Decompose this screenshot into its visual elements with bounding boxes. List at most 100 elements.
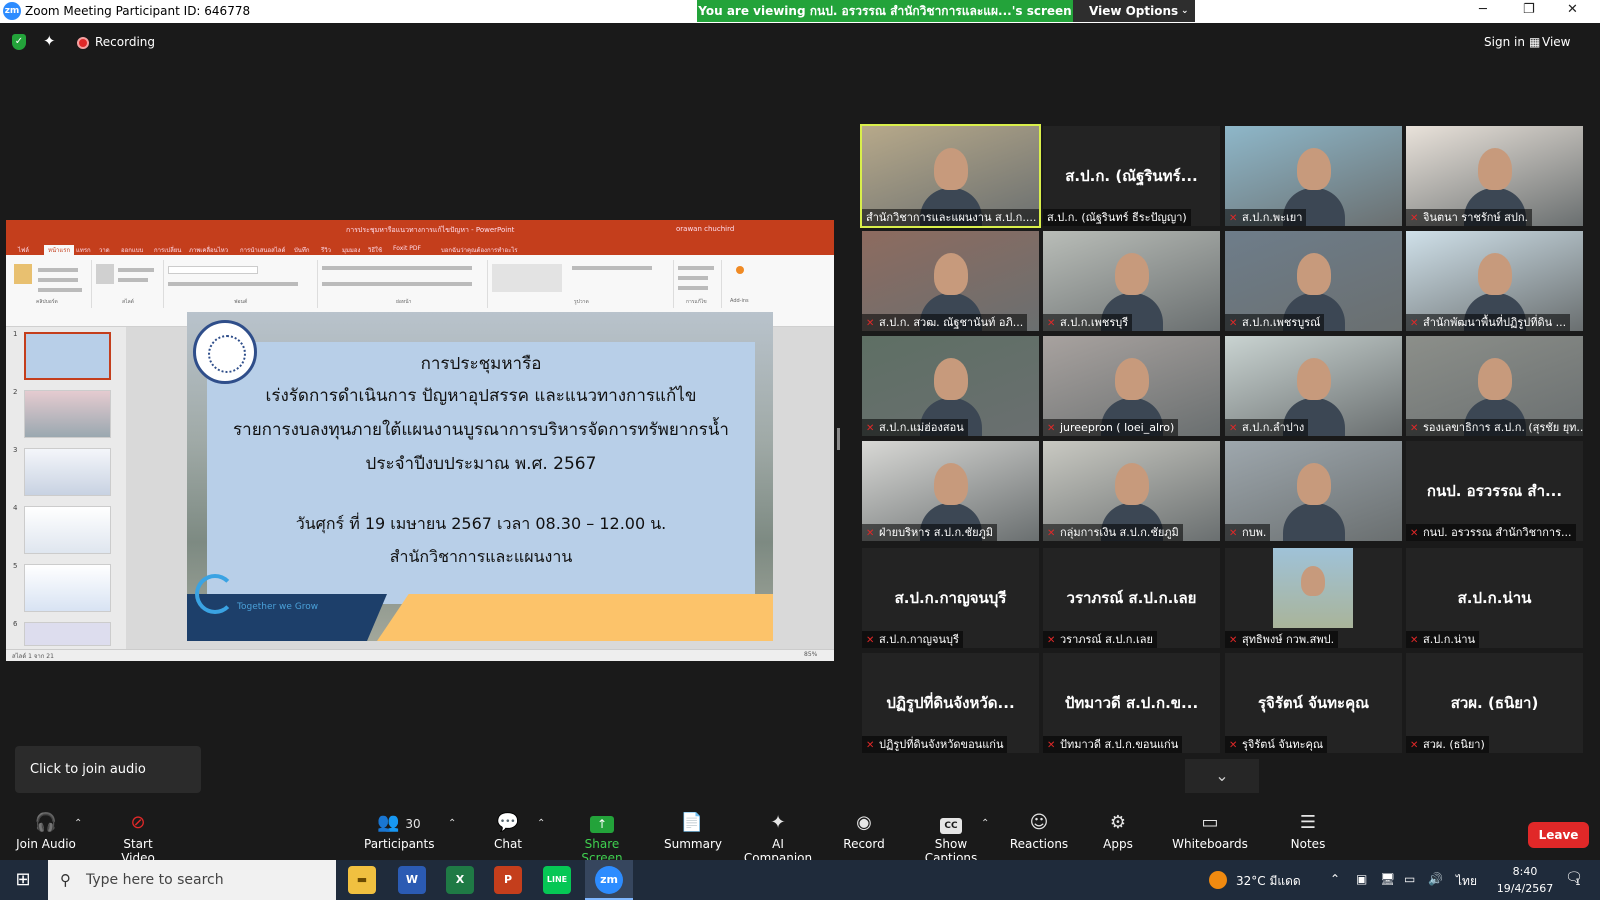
notification-icon[interactable]: 🗨 1 — [1565, 870, 1583, 888]
word-icon[interactable]: W — [398, 866, 426, 894]
participant-tile[interactable]: ✕ ฝ่ายบริหาร ส.ป.ก.ชัยภูมิ — [862, 441, 1039, 541]
caret-up-icon[interactable]: ⌃ — [448, 818, 456, 829]
slide-thumb[interactable] — [24, 564, 111, 612]
participant-tile[interactable]: ✕ ส.ป.ก.พะเยา — [1225, 126, 1402, 226]
participant-tile[interactable]: ส.ป.ก.กาญจนบุรี ✕ ส.ป.ก.กาญจนบุรี — [862, 548, 1039, 648]
restore-button[interactable]: ❐ — [1523, 2, 1535, 17]
ppt-tab[interactable]: ภาพเคลื่อนไหว — [189, 245, 228, 255]
weather-text[interactable]: 32°C มีแดด — [1236, 872, 1301, 891]
excel-icon[interactable]: X — [446, 866, 474, 894]
slide-thumb[interactable] — [24, 506, 111, 554]
apps-icon: ⚙ — [1109, 812, 1127, 833]
record-button[interactable]: ◉ Record — [842, 812, 886, 851]
participant-face — [1478, 253, 1512, 295]
participant-tile[interactable]: ✕ ส.ป.ก. สวฒ. ณัฐชานันท์ อภิ... — [862, 231, 1039, 331]
participant-tile[interactable]: ✕ รองเลขาธิการ ส.ป.ก. (สุรชัย ยุท... — [1406, 336, 1583, 436]
volume-icon[interactable]: 🔊 — [1428, 872, 1443, 886]
participant-tile[interactable]: ✕ กบพ. — [1225, 441, 1402, 541]
search-icon: ⚲ — [60, 871, 71, 889]
participant-tile[interactable]: รุจิรัตน์ จันทะคุณ ✕ รุจิรัตน์ จันทะคุณ — [1225, 653, 1402, 753]
participant-tile[interactable]: ส.ป.ก. (ณัฐรินทร์... ส.ป.ก. (ณัฐรินทร์ ธี… — [1043, 126, 1220, 226]
participant-tile[interactable]: ✕ ส.ป.ก.ลำปาง — [1225, 336, 1402, 436]
whiteboards-button[interactable]: ▭ Whiteboards — [1172, 812, 1248, 851]
chat-button[interactable]: 💬 Chat — [486, 812, 530, 851]
chevron-down-icon[interactable]: ⌄ — [1185, 759, 1259, 793]
participant-tile[interactable]: ✕ jureepron ( loei_alro) — [1043, 336, 1220, 436]
slide-thumb[interactable] — [24, 332, 111, 380]
file-explorer-icon[interactable]: ▬ — [348, 866, 376, 894]
participant-tile[interactable]: ✕ กลุ่มการเงิน ส.ป.ก.ชัยภูมิ — [1043, 441, 1220, 541]
ppt-tab[interactable]: การนำเสนอสไลด์ — [240, 245, 285, 255]
minimize-button[interactable]: ─ — [1479, 2, 1487, 17]
tray-chevron-icon[interactable]: ⌃ — [1330, 872, 1340, 886]
ppt-tab[interactable]: บันทึก — [294, 245, 310, 255]
slide-thumb[interactable] — [24, 390, 111, 438]
ai-sparkle-icon[interactable]: ✦ — [43, 32, 56, 50]
participant-tile[interactable]: ✕ สำนักพัฒนาพื้นที่ปฏิรูปที่ดิน ... — [1406, 231, 1583, 331]
participant-tile[interactable]: สำนักวิชาการและแผนงาน ส.ป.ก.... — [860, 124, 1041, 228]
ppt-tab[interactable]: บอกฉันว่าคุณต้องการทำอะไร — [441, 245, 518, 255]
taskbar-search-box[interactable]: ⚲ Type here to search — [48, 860, 336, 900]
ppt-tab[interactable]: Foxit PDF — [393, 245, 421, 252]
leave-button[interactable]: Leave — [1528, 822, 1589, 848]
participant-name: สำนักวิชาการและแผนงาน ส.ป.ก.... — [866, 211, 1037, 224]
windows-start-icon[interactable]: ⊞ — [0, 860, 46, 900]
meet-now-icon[interactable]: ▣ — [1356, 872, 1367, 886]
grid-view-icon[interactable]: ▦ — [1529, 35, 1540, 49]
participant-tile[interactable]: ✕ ส.ป.ก.เพชรบูรณ์ — [1225, 231, 1402, 331]
participant-tile[interactable]: วราภรณ์ ส.ป.ก.เลย ✕ วราภรณ์ ส.ป.ก.เลย — [1043, 548, 1220, 648]
caret-up-icon[interactable]: ⌃ — [981, 818, 989, 829]
ppt-tab[interactable]: หน้าแรก — [44, 245, 75, 255]
ppt-tab[interactable]: ไฟล์ — [18, 245, 29, 255]
line-app-icon[interactable]: LINE — [543, 866, 571, 894]
ppt-tab[interactable]: แทรก — [76, 245, 91, 255]
encryption-shield-icon[interactable]: ✓ — [12, 34, 26, 50]
mic-muted-icon: ✕ — [1229, 635, 1238, 646]
taskbar-clock[interactable]: 8:40 19/4/2567 — [1495, 863, 1555, 897]
join-audio-button[interactable]: 🎧 Join Audio — [16, 812, 76, 851]
view-options-label: View Options — [1089, 4, 1179, 18]
participant-tile[interactable]: ส.ป.ก.น่าน ✕ ส.ป.ก.น่าน — [1406, 548, 1583, 648]
caret-up-icon[interactable]: ⌃ — [74, 818, 82, 829]
notes-button[interactable]: ☰ Notes — [1288, 812, 1328, 851]
show-captions-button[interactable]: CC Show Captions — [910, 812, 992, 865]
zoom-taskbar-button[interactable]: zm — [585, 860, 633, 900]
view-options-button[interactable]: View Options ⌄ — [1073, 0, 1195, 22]
battery-icon[interactable]: ▭ — [1404, 872, 1415, 886]
recording-label[interactable]: Recording — [95, 35, 155, 49]
powerpoint-icon[interactable]: P — [494, 866, 522, 894]
participants-button[interactable]: 👥 30 Participants — [364, 812, 435, 851]
participant-tile[interactable]: ✕ จินตนา ราชรักษ์ สปก. — [1406, 126, 1583, 226]
share-screen-button[interactable]: ↑ Share Screen — [564, 812, 640, 865]
slide-thumb[interactable] — [24, 622, 111, 646]
ppt-tab[interactable]: ออกแบบ — [121, 245, 143, 255]
weather-sun-icon[interactable] — [1209, 871, 1227, 889]
participant-tile[interactable]: ✕ ส.ป.ก.เพชรบุรี — [1043, 231, 1220, 331]
network-icon[interactable]: 🖥 — [1380, 872, 1395, 886]
participant-tile[interactable]: ✕ ส.ป.ก.แม่ฮ่องสอน — [862, 336, 1039, 436]
participant-tile[interactable]: สวผ. (ธนิยา) ✕ สวผ. (ธนิยา) — [1406, 653, 1583, 753]
reactions-button[interactable]: ☺ Reactions — [1008, 812, 1070, 851]
ppt-tab[interactable]: วิธีใช้ — [368, 245, 382, 255]
splitter-handle[interactable] — [837, 428, 840, 450]
ppt-tab[interactable]: การเปลี่ยน — [154, 245, 181, 255]
ai-companion-button[interactable]: ✦ AI Companion — [738, 812, 818, 865]
close-button[interactable]: ✕ — [1567, 2, 1578, 17]
ppt-tab[interactable]: มุมมอง — [342, 245, 360, 255]
participant-tile[interactable]: ปฏิรูปที่ดินจังหวัด... ✕ ปฏิรูปที่ดินจังหว… — [862, 653, 1039, 753]
summary-button[interactable]: 📄 Summary — [664, 812, 722, 851]
participant-tile[interactable]: ปัทมาวดี ส.ป.ก.ข... ✕ ปัทมาวดี ส.ป.ก.ขอนแก… — [1043, 653, 1220, 753]
start-video-button[interactable]: ⊘ Start Video — [106, 812, 170, 865]
ppt-tab[interactable]: วาด — [99, 245, 110, 255]
view-button[interactable]: View — [1542, 35, 1570, 49]
participant-name-label: ✕ สำนักพัฒนาพื้นที่ปฏิรูปที่ดิน ... — [1406, 314, 1571, 331]
participant-tile[interactable]: กนป. อรวรรณ สำ... ✕ กนป. อรวรรณ สำนักวิชาก… — [1406, 441, 1583, 541]
sign-in-link[interactable]: Sign in — [1484, 35, 1525, 49]
apps-button[interactable]: ⚙ Apps — [1098, 812, 1138, 851]
mic-muted-icon: ✕ — [1047, 318, 1056, 329]
participant-tile[interactable]: ✕ สุทธิพงษ์ กวพ.สพป. — [1225, 548, 1402, 648]
slide-thumb[interactable] — [24, 448, 111, 496]
input-language[interactable]: ไทย — [1456, 872, 1477, 891]
caret-up-icon[interactable]: ⌃ — [537, 818, 545, 829]
ppt-tab[interactable]: รีวิว — [321, 245, 331, 255]
